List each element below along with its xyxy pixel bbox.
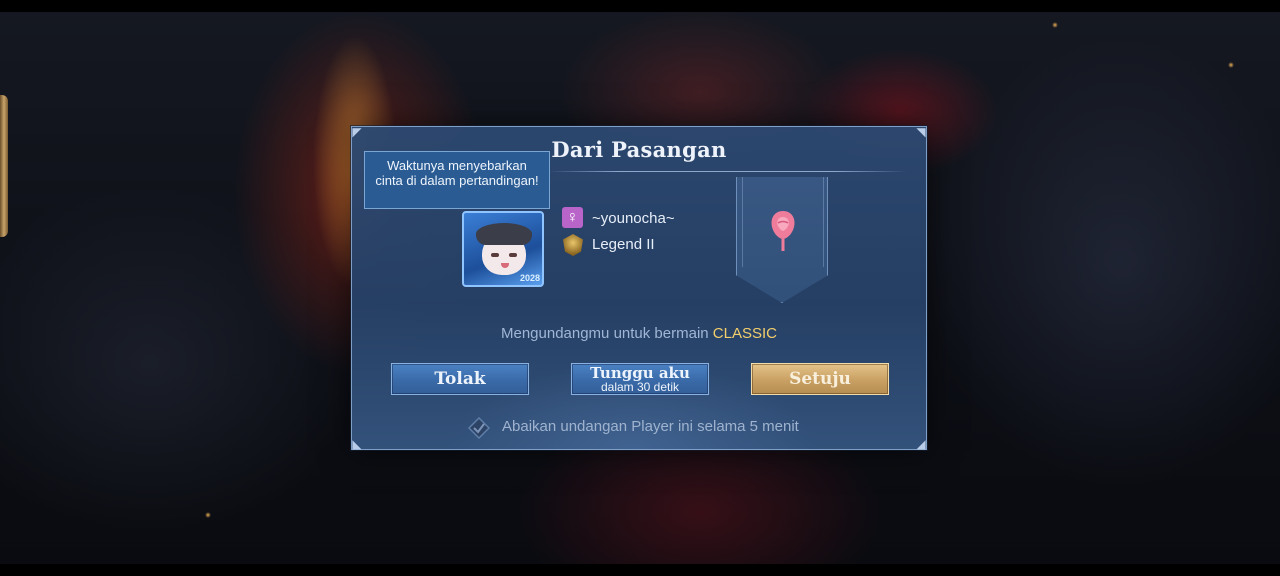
player-name: ~younocha~ — [592, 210, 675, 227]
title-divider — [547, 171, 907, 172]
wait-button[interactable]: Tunggu aku dalam 30 detik — [571, 363, 709, 395]
rose-icon-svg — [771, 211, 795, 251]
female-icon: ♀ — [562, 207, 583, 228]
corner-ornament-icon: ◣ — [352, 437, 362, 451]
bottom-letterbox — [0, 564, 1280, 576]
legend-rank-icon — [563, 234, 583, 256]
tooltip-bubble: Waktunya menyebarkan cinta di dalam pert… — [364, 151, 550, 209]
rose-icon — [764, 207, 802, 255]
accept-button[interactable]: Setuju — [751, 363, 889, 395]
invite-dialog: ◤ ◥ ◣ ◢ Dari Pasangan Waktunya menyebark… — [351, 125, 927, 451]
invite-text: Mengundangmu untuk bermain — [500, 325, 709, 342]
invite-message: Mengundangmu untuk bermain CLASSIC — [352, 325, 926, 342]
top-letterbox — [0, 0, 1280, 12]
ember-spark — [205, 512, 211, 518]
game-mode: CLASSIC — [712, 325, 777, 342]
wait-button-sublabel: dalam 30 detik — [600, 380, 680, 394]
ember-spark — [1228, 62, 1234, 68]
avatar-eye — [491, 253, 499, 257]
player-rank: Legend II — [592, 236, 655, 253]
ember-spark — [1052, 22, 1058, 28]
side-panel-handle[interactable] — [0, 95, 8, 237]
reject-button[interactable]: Tolak — [391, 363, 529, 395]
player-avatar[interactable]: 2028 — [462, 211, 544, 287]
avatar-eye — [509, 253, 517, 257]
wait-button-label: Tunggu aku — [590, 364, 690, 382]
corner-ornament-icon: ◢ — [916, 437, 926, 451]
checkbox-icon[interactable] — [468, 417, 490, 439]
ignore-invite-label: Abaikan undangan Player ini selama 5 men… — [502, 418, 799, 435]
avatar-hat — [476, 223, 532, 245]
avatar-badge: 2028 — [519, 273, 540, 283]
